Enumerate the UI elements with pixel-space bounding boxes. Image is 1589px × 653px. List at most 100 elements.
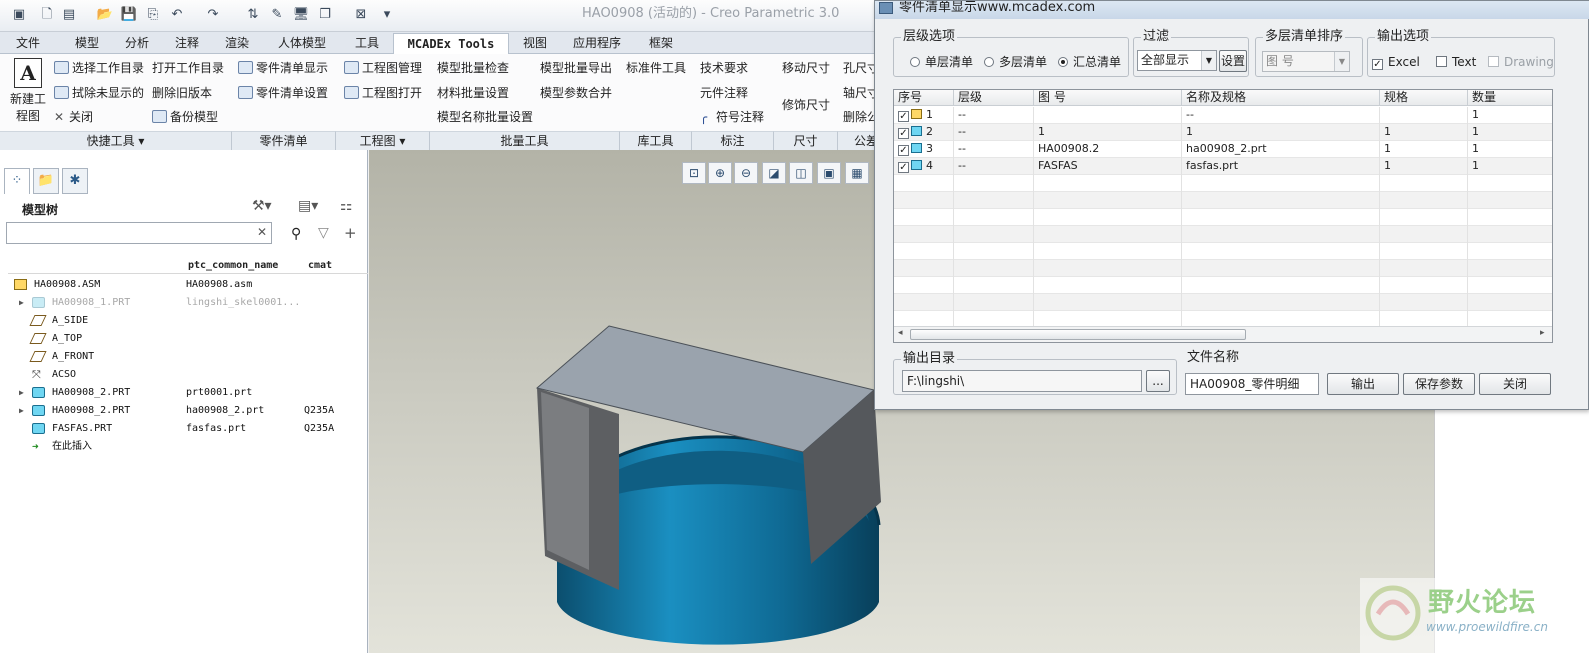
regenerate-icon[interactable]: ⇅ (244, 6, 262, 24)
row-checkbox[interactable]: ✓ (898, 128, 909, 139)
tab-file[interactable]: 文件 (4, 35, 52, 54)
param-merge-button[interactable]: 模型参数合并 (540, 84, 612, 101)
checkbox-drawing[interactable]: Drawing (1488, 55, 1554, 69)
file-name-field[interactable]: HA00908_零件明细 (1185, 373, 1319, 395)
open-workdir-button[interactable]: 打开工作目录 (152, 59, 224, 76)
tree-row[interactable]: HA00908.ASM HA00908.asm (0, 276, 368, 294)
tech-requirement-button[interactable]: 技术要求 (700, 59, 748, 76)
grid-row[interactable]: ✓ 1 -- -- 1 (894, 107, 1552, 124)
output-button[interactable]: 输出 (1327, 373, 1399, 395)
repaint-icon[interactable]: ◪ (762, 162, 786, 184)
group-quick-tools[interactable]: 快捷工具 ▾ (0, 131, 232, 150)
output-dir-field[interactable]: F:\lingshi\ (902, 370, 1142, 392)
header-level[interactable]: 层级 (954, 90, 1034, 106)
save-copy-icon[interactable]: ⎘ (144, 6, 162, 24)
checkbox-text[interactable]: Text (1436, 55, 1476, 69)
expand-arrow-icon[interactable]: ▶ (19, 384, 24, 402)
sort-select[interactable]: 图 号 ▼ (1262, 51, 1350, 72)
tab-analysis[interactable]: 分析 (116, 35, 158, 54)
expand-arrow-icon[interactable]: ▶ (19, 402, 24, 420)
open-file-icon[interactable]: 📂 (96, 6, 114, 24)
header-qty[interactable]: 数量 (1468, 90, 1552, 106)
saved-views-icon[interactable]: ▣ (817, 162, 841, 184)
select-workdir-button[interactable]: 选择工作目录 (54, 59, 144, 76)
backup-model-button[interactable]: 备份模型 (152, 108, 218, 125)
tab-annotate[interactable]: 注释 (166, 35, 208, 54)
tab-view[interactable]: 视图 (514, 35, 556, 54)
purge-old-versions-button[interactable]: 删除旧版本 (152, 84, 212, 101)
save-params-button[interactable]: 保存参数 (1403, 373, 1475, 395)
tab-render[interactable]: 渲染 (216, 35, 258, 54)
grid-row[interactable]: ✓ 4 -- FASFAS fasfas.prt 1 1 (894, 158, 1552, 175)
tab-tools[interactable]: 工具 (346, 35, 388, 54)
cosmetic-dim-button[interactable]: 修饰尺寸 (782, 96, 830, 113)
move-dim-button[interactable]: 移动尺寸 (782, 59, 830, 76)
tree-row[interactable]: ▶ HA00908_2.PRT ha00908_2.prt Q235A (0, 402, 368, 420)
tab-model-tree-icon[interactable]: ⁘ (4, 168, 30, 194)
display-style-icon[interactable]: ◫ (789, 162, 813, 184)
windows-switch-icon[interactable]: ❐ (316, 6, 334, 24)
standard-part-tool-button[interactable]: 标准件工具 (626, 59, 686, 76)
header-drawing-no[interactable]: 图 号 (1034, 90, 1182, 106)
model-tree-search-input[interactable]: ✕ (6, 222, 272, 244)
filter-funnel-icon[interactable]: ▽ (318, 225, 329, 241)
tree-filter-icon[interactable]: ⚏ (340, 198, 353, 214)
undo-icon[interactable]: ↶ (168, 6, 186, 24)
scroll-right-icon[interactable]: ▸ (1540, 328, 1545, 338)
new-dropdown-icon[interactable]: ▤ (60, 6, 78, 24)
row-checkbox[interactable]: ✓ (898, 111, 909, 122)
window-icon[interactable]: 🖥 (292, 6, 310, 24)
tree-row[interactable]: ⤧ ACSO (0, 366, 368, 384)
checkbox-excel[interactable]: ✓ Excel (1372, 55, 1420, 70)
header-seq[interactable]: 序号 (894, 90, 954, 106)
tree-row[interactable]: A_TOP (0, 330, 368, 348)
customize-qa-icon[interactable]: ▾ (378, 6, 396, 24)
new-drawing-button[interactable]: A 新建工程图 (8, 58, 48, 128)
tree-row[interactable]: ▶ HA00908_1.PRT lingshi_skel0001... (0, 294, 368, 312)
row-checkbox[interactable]: ✓ (898, 162, 909, 173)
tree-row[interactable]: ▶ HA00908_2.PRT prt0001.prt (0, 384, 368, 402)
component-note-button[interactable]: 元件注释 (700, 84, 748, 101)
tab-model[interactable]: 模型 (66, 35, 108, 54)
symbol-note-button[interactable]: ╭ 符号注释 (700, 108, 764, 125)
tab-applications[interactable]: 应用程序 (564, 35, 630, 54)
erase-not-displayed-button[interactable]: 拭除未显示的 (54, 84, 144, 101)
close-button[interactable]: ✕ 关闭 (54, 108, 93, 125)
batch-export-button[interactable]: 模型批量导出 (540, 59, 612, 76)
refit-icon[interactable]: ⊡ (682, 162, 706, 184)
tab-framework[interactable]: 框架 (640, 35, 682, 54)
radio-multi-level[interactable]: 多层清单 (984, 53, 1047, 70)
tree-show-icon[interactable]: ▤▾ (298, 198, 318, 214)
drawing-manage-button[interactable]: 工程图管理 (344, 59, 422, 76)
close-window-icon[interactable]: ⊠ (352, 6, 370, 24)
redo-icon[interactable]: ↷ (204, 6, 222, 24)
bom-display-button[interactable]: 零件清单显示 (238, 59, 328, 76)
bom-settings-button[interactable]: 零件清单设置 (238, 84, 328, 101)
close-dialog-button[interactable]: 关闭 (1479, 373, 1551, 395)
tab-folder-browser-icon[interactable]: 📁 (33, 168, 59, 194)
view-manager-icon[interactable]: ▦ (845, 162, 869, 184)
tab-favorites-icon[interactable]: ✱ (62, 168, 88, 194)
filter-settings-button[interactable]: 设置 (1219, 50, 1247, 72)
radio-summary[interactable]: 汇总清单 (1058, 53, 1121, 70)
tree-row[interactable]: A_FRONT (0, 348, 368, 366)
header-spec[interactable]: 规格 (1380, 90, 1468, 106)
zoom-in-icon[interactable]: ⊕ (708, 162, 732, 184)
header-name-spec[interactable]: 名称及规格 (1182, 90, 1380, 106)
group-drawing[interactable]: 工程图 ▾ (336, 131, 430, 150)
drawing-open-button[interactable]: 工程图打开 (344, 84, 422, 101)
batch-check-button[interactable]: 模型批量检查 (437, 59, 509, 76)
filter-select[interactable]: 全部显示 ▼ (1137, 50, 1217, 71)
grid-row[interactable]: ✓ 2 -- 1 1 1 1 (894, 124, 1552, 141)
zoom-out-icon[interactable]: ⊖ (734, 162, 758, 184)
edit-icon[interactable]: ✎ (268, 6, 286, 24)
scroll-left-icon[interactable]: ◂ (898, 328, 903, 338)
new-file-icon[interactable]: 🗋 (38, 6, 56, 24)
find-binoculars-icon[interactable]: ⚲ (291, 226, 301, 242)
tab-manikin[interactable]: 人体模型 (268, 35, 336, 54)
clear-search-icon[interactable]: ✕ (257, 225, 267, 239)
add-column-icon[interactable]: + (344, 224, 357, 242)
grid-row[interactable]: ✓ 3 -- HA00908.2 ha00908_2.prt 1 1 (894, 141, 1552, 158)
tab-mcadex-tools[interactable]: MCADEx Tools (393, 33, 509, 55)
tree-row[interactable]: FASFAS.PRT fasfas.prt Q235A (0, 420, 368, 438)
